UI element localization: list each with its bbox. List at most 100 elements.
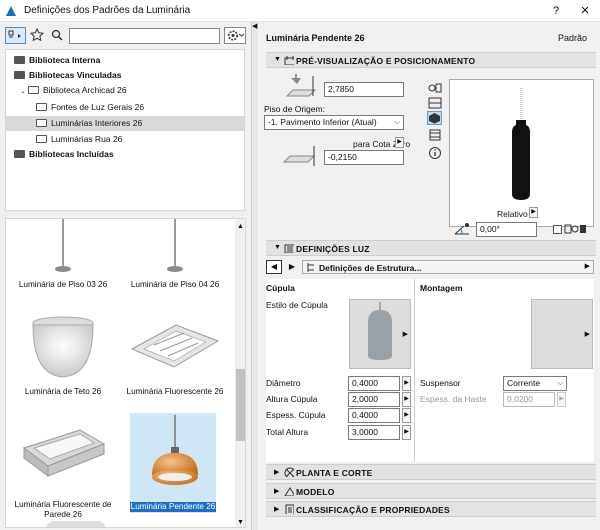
gallery-item-teto[interactable]: Luminária de Teto 26 — [8, 303, 118, 403]
next-page-button[interactable]: ▶ — [284, 260, 300, 274]
expand-chevron-icon[interactable]: ⌄ — [20, 84, 28, 99]
gallery-item-label: Luminária de Teto 26 — [24, 387, 102, 396]
plan-section-icon — [284, 467, 294, 477]
mirror-checkbox[interactable] — [553, 225, 562, 234]
search-icon[interactable] — [51, 29, 63, 41]
collapse-triangle-icon: ▼ — [274, 56, 281, 63]
favorites-star-icon[interactable] — [30, 28, 44, 42]
title-bar: Definições dos Padrões da Luminária ? ✕ — [0, 0, 600, 22]
gallery-item-piso-04[interactable]: Luminária de Piso 04 26 — [120, 219, 230, 294]
expand-triangle-icon: ▶ — [274, 488, 280, 495]
gallery-item-piso-03[interactable]: Luminária de Piso 03 26 — [8, 219, 118, 294]
panel-splitter[interactable]: ◀ — [251, 22, 258, 530]
library-pane: Biblioteca Interna Bibliotecas Vinculada… — [0, 22, 251, 530]
section-view-icon[interactable] — [428, 97, 442, 109]
pendant-lamp-thumbnail — [152, 415, 198, 485]
section-header-light[interactable]: ▼ DEFINIÇÕES LUZ — [266, 240, 596, 256]
arrow-left-icon: ◀ — [270, 262, 278, 271]
gallery-scrollbar[interactable]: ▲ ▼ — [235, 219, 245, 527]
shade-height-label: Altura Cúpula — [266, 394, 318, 404]
shade-thickness-input[interactable]: 0,4000 — [348, 408, 400, 423]
shade-height-input[interactable]: 2,0000 — [348, 392, 400, 407]
tree-item-luminarias-interiores[interactable]: Luminárias Interiores 26 — [6, 116, 244, 131]
chevron-down-icon: ⌵ — [394, 119, 400, 126]
gallery-item-label: Luminária Fluorescente de Parede 26 — [14, 500, 112, 519]
section-title: DEFINIÇÕES LUZ — [296, 244, 370, 254]
tree-item-label: Bibliotecas Vinculadas — [29, 70, 122, 80]
suspensor-value: Corrente — [507, 378, 541, 388]
scrollbar-thumb[interactable] — [236, 369, 245, 441]
help-button[interactable]: ? — [545, 3, 567, 19]
rotation-angle-input[interactable]: 0,00° — [476, 222, 537, 237]
library-toolbar — [0, 22, 251, 50]
zero-level-menu-button[interactable]: ▶ — [395, 137, 404, 148]
suspensor-select[interactable]: Corrente ⌵ — [503, 376, 567, 391]
preview-window[interactable] — [449, 79, 594, 227]
settings-menu-button[interactable] — [224, 27, 246, 44]
3d-view-button[interactable] — [427, 111, 442, 125]
scroll-down-arrow-icon[interactable]: ▼ — [237, 519, 244, 526]
tree-item-label: Fontes de Luz Gerais 26 — [51, 102, 145, 112]
total-height-input[interactable]: 3,0000 — [348, 425, 400, 440]
mount-style-picker[interactable]: ▶ — [531, 299, 593, 369]
object-gallery: Luminária de Piso 03 26 Luminária de Pis… — [5, 218, 246, 528]
tree-item-label: Bibliotecas Incluídas — [29, 149, 114, 159]
fluorescent-lamp-thumbnail — [130, 324, 220, 368]
floor-lamp-thumbnail — [167, 219, 183, 272]
tree-item-bibliotecas-incluidas[interactable]: Bibliotecas Incluídas — [6, 147, 244, 162]
tree-item-fontes-luz[interactable]: Fontes de Luz Gerais 26 — [6, 100, 244, 115]
library-view-button[interactable] — [5, 27, 26, 44]
tree-item-biblioteca-archicad[interactable]: ⌄ Biblioteca Archicad 26 — [6, 83, 244, 98]
diameter-label: Diâmetro — [266, 378, 301, 388]
scroll-up-arrow-icon[interactable]: ▲ — [237, 223, 244, 230]
rotation-angle-icon — [454, 223, 469, 235]
classification-icon — [285, 504, 294, 514]
section-title: MODELO — [296, 487, 335, 497]
section-header-plan-section[interactable]: ▶ PLANTA E CORTE — [266, 464, 596, 480]
library-tree-icon — [8, 30, 21, 38]
folder-icon — [36, 119, 47, 127]
close-button[interactable]: ✕ — [574, 3, 596, 19]
height-input[interactable]: 2,7850 — [324, 82, 404, 97]
section-header-classification[interactable]: ▶ CLASSIFICAÇÃO E PROPRIEDADES — [266, 501, 596, 517]
prev-page-button[interactable]: ◀ — [266, 260, 282, 274]
folder-icon — [36, 103, 47, 111]
origin-floor-label: Piso de Origem: — [264, 104, 325, 114]
rod-thickness-menu-button[interactable]: ▶ — [557, 392, 566, 407]
gallery-item-fluorescente-parede[interactable]: Luminária Fluorescente de Parede 26 — [8, 414, 118, 519]
tree-item-label: Luminárias Interiores 26 — [51, 118, 143, 128]
shade-style-picker[interactable]: ▶ — [349, 299, 411, 369]
shade-style-preview — [368, 302, 392, 360]
section-title: CLASSIFICAÇÃO E PROPRIEDADES — [296, 505, 450, 515]
archicad-logo-icon — [6, 6, 16, 16]
section-header-preview[interactable]: ▼ PRÉ-VISUALIZAÇÃO E POSICIONAMENTO — [266, 52, 596, 68]
diameter-input[interactable]: 0,4000 — [348, 376, 400, 391]
chevron-right-icon: ▶ — [584, 263, 590, 270]
rod-thickness-input[interactable]: 0,0200 — [503, 392, 555, 407]
view-mode-menu-button[interactable]: ▶ — [529, 207, 538, 218]
diameter-menu-button[interactable]: ▶ — [402, 376, 411, 391]
folder-icon — [28, 86, 39, 94]
page-select[interactable]: Definições de Estrutura... ▶ — [302, 260, 594, 274]
section-title: PLANTA E CORTE — [296, 468, 373, 478]
floor-plan-view-icon[interactable] — [428, 82, 442, 94]
tree-item-luminarias-rua[interactable]: Luminárias Rua 26 — [6, 132, 244, 147]
gallery-item-label: Luminária Fluorescente 26 — [126, 387, 224, 396]
zero-level-input[interactable]: -0,2150 — [324, 150, 404, 165]
tree-item-bibliotecas-vinculadas[interactable]: Bibliotecas Vinculadas — [6, 68, 244, 83]
gallery-item-fluorescente[interactable]: Luminária Fluorescente 26 — [120, 303, 230, 403]
tree-item-label: Luminárias Rua 26 — [51, 134, 123, 144]
shade-thickness-menu-button[interactable]: ▶ — [402, 408, 411, 423]
total-height-menu-button[interactable]: ▶ — [402, 425, 411, 440]
origin-floor-select[interactable]: -1. Pavimento Inferior (Atual) ⌵ — [264, 115, 404, 130]
shade-height-menu-button[interactable]: ▶ — [402, 392, 411, 407]
collapse-arrow-icon[interactable]: ◀ — [252, 22, 257, 30]
chevron-down-icon: ⌵ — [557, 380, 563, 387]
section-header-model[interactable]: ▶ MODELO — [266, 483, 596, 499]
search-input[interactable] — [69, 28, 220, 44]
info-icon[interactable] — [428, 146, 442, 160]
gallery-item-pendente[interactable]: Luminária Pendente 26 — [130, 413, 216, 513]
elevation-view-icon[interactable] — [428, 129, 442, 141]
tree-item-biblioteca-interna[interactable]: Biblioteca Interna — [6, 53, 244, 68]
cube-icon — [429, 113, 440, 124]
